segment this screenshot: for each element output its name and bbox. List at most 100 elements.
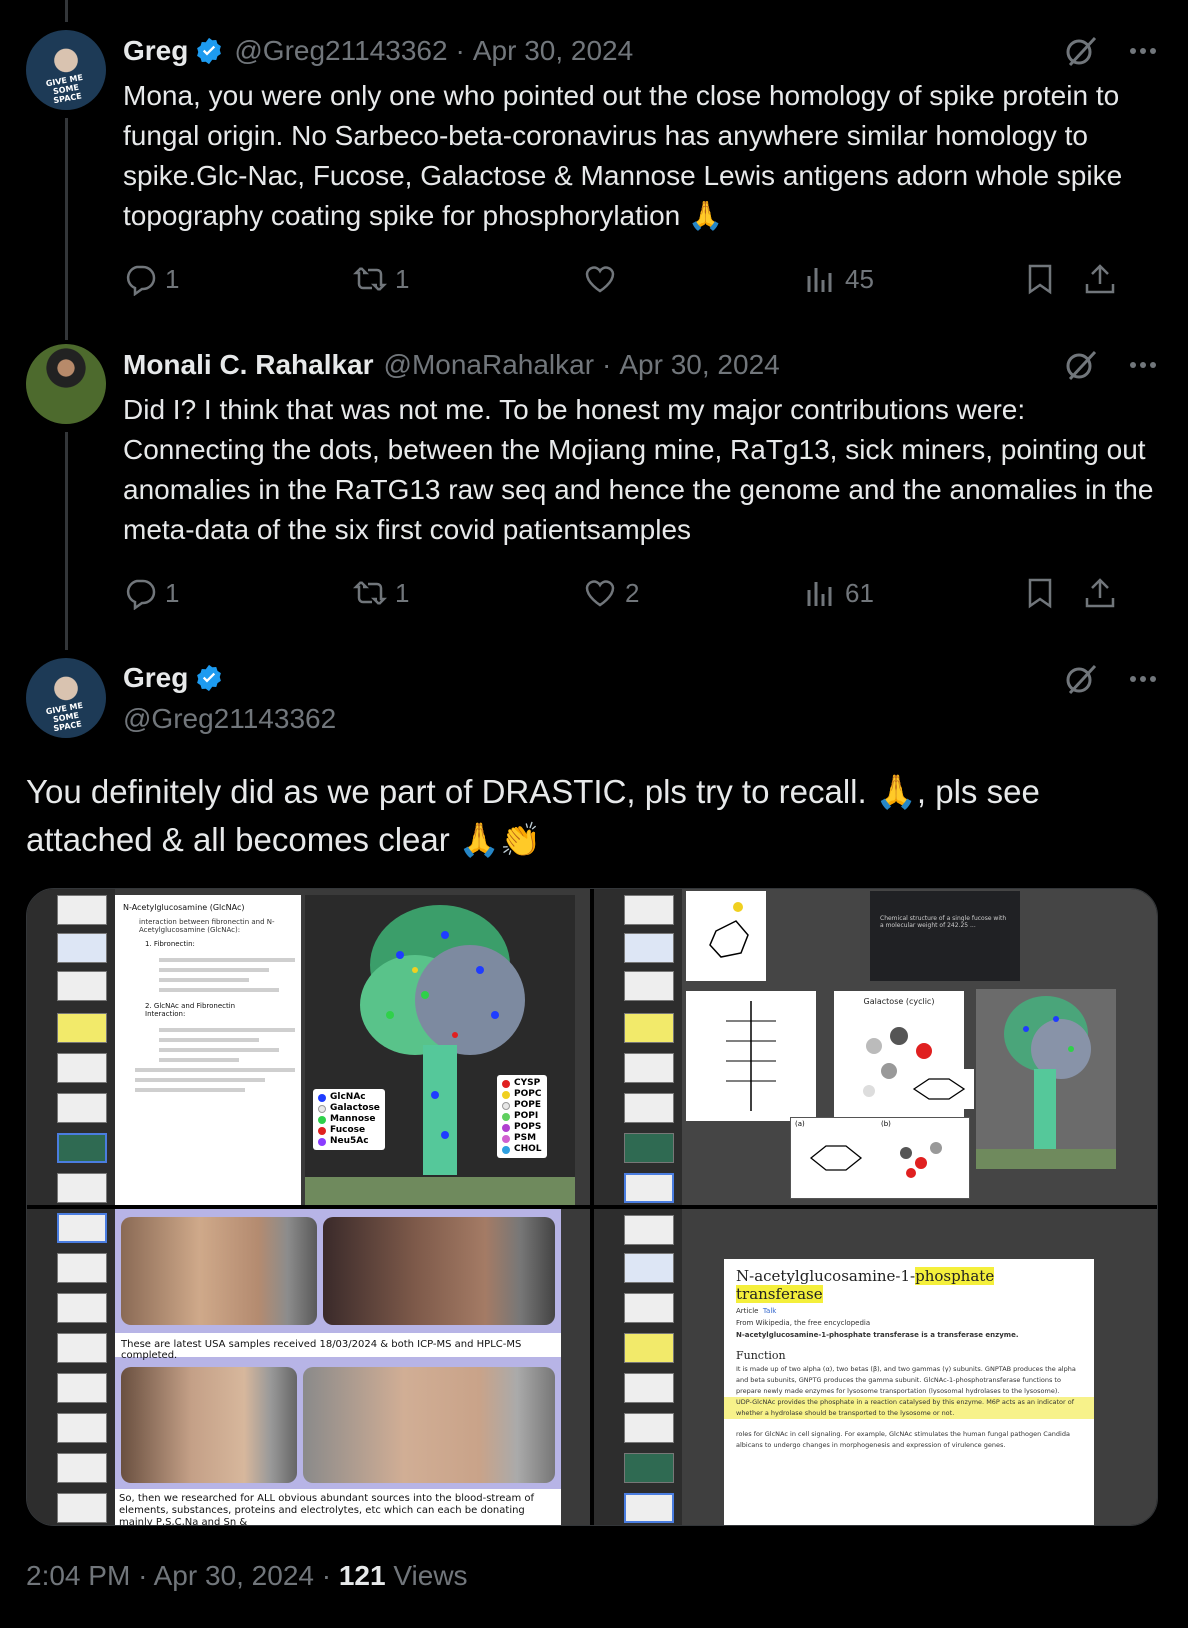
footer-separator: · <box>321 1560 332 1591</box>
grok-icon[interactable] <box>1064 662 1098 696</box>
author-handle[interactable]: @Greg21143362 <box>234 34 447 68</box>
media-grid[interactable]: N-Acetylglucosamine (GlcNAc) interaction… <box>26 888 1158 1526</box>
verified-badge-icon <box>194 36 224 66</box>
wiki-lead: N-acetylglucosamine-1-phosphate transfer… <box>736 1331 1019 1339</box>
image-slide-sample-jars[interactable]: These are latest USA samples received 18… <box>27 1209 590 1525</box>
share-button[interactable] <box>1083 262 1117 296</box>
grok-icon[interactable] <box>1064 34 1098 68</box>
author-name-row: Greg <box>123 662 224 694</box>
footer-views-label: Views <box>393 1560 468 1591</box>
tweet-timestamp-footer: 2:04 PM · Apr 30, 2024 · 121 Views <box>26 1560 468 1592</box>
doc-item-2: 2. GlcNAc and Fibronectin Interaction: <box>145 1002 236 1018</box>
heart-icon <box>585 266 615 293</box>
author-name[interactable]: Greg <box>123 662 188 694</box>
tweet-actions: 1 1 45 <box>123 262 1163 298</box>
image-slide-wikipedia[interactable]: N-acetylglucosamine-1-phosphate transfer… <box>594 1209 1157 1525</box>
wikipedia-excerpt: N-acetylglucosamine-1-phosphate transfer… <box>724 1259 1094 1525</box>
more-icon[interactable] <box>1128 350 1158 380</box>
bookmark-icon <box>1028 264 1052 295</box>
fucose-info-box: Chemical structure of a single fucose wi… <box>870 891 1020 981</box>
doc-heading: interaction between fibronectin and N-Ac… <box>139 918 275 934</box>
sample-jar-photo-2 <box>323 1217 555 1325</box>
tweet-top-icons <box>1064 34 1158 68</box>
tweet-top-icons <box>1064 348 1158 382</box>
tweet-date[interactable]: Apr 30, 2024 <box>473 34 633 68</box>
wiki-paragraph-1: It is made up of two alpha (α), two beta… <box>736 1365 1076 1395</box>
views-count: 61 <box>845 577 874 608</box>
wiki-title: N-acetylglucosamine-1-phosphate transfer… <box>736 1267 995 1303</box>
bookmark-icon <box>1028 578 1052 609</box>
avatar[interactable] <box>26 658 106 738</box>
slide-thumbnails <box>27 1209 115 1525</box>
bookmark-button[interactable] <box>1023 576 1057 610</box>
slide-caption-bottom: So, then we researched for ALL obvious a… <box>115 1489 561 1525</box>
views-button[interactable]: 45 <box>803 262 874 296</box>
repost-button[interactable]: 1 <box>353 576 409 610</box>
slide-thumbnails <box>27 889 115 1205</box>
tweet-text: You definitely did as we part of DRASTIC… <box>26 768 1146 864</box>
tweet-text: Did I? I think that was not me. To be ho… <box>123 394 1154 545</box>
more-icon[interactable] <box>1128 36 1158 66</box>
spike-protein-image <box>305 895 575 1205</box>
thread-line-1 <box>65 118 68 340</box>
repost-count: 1 <box>395 577 410 608</box>
repost-icon <box>353 267 387 291</box>
footer-time[interactable]: 2:04 PM <box>26 1560 130 1591</box>
doc-title: N-Acetylglucosamine (GlcNAc) <box>123 903 245 912</box>
grok-icon[interactable] <box>1064 348 1098 382</box>
wiki-tabs: Article Talk <box>736 1307 777 1315</box>
author-name[interactable]: Monali C. Rahalkar <box>123 348 374 382</box>
share-icon <box>1085 264 1115 294</box>
author-handle[interactable]: @MonaRahalkar <box>384 348 595 382</box>
reply-count: 1 <box>165 263 180 294</box>
author-name[interactable]: Greg <box>123 34 188 68</box>
glcnac-structures-box: (a) (b) <box>790 1117 970 1199</box>
like-button[interactable] <box>583 262 625 296</box>
tweet-actions: 1 1 2 61 <box>123 576 1163 612</box>
spike-protein-image-small <box>976 989 1116 1169</box>
image-slide-glcnac-spike[interactable]: N-Acetylglucosamine (GlcNAc) interaction… <box>27 889 590 1205</box>
repost-button[interactable]: 1 <box>353 262 409 296</box>
author-handle[interactable]: @Greg21143362 <box>123 703 336 735</box>
wiki-heading: Function <box>736 1349 786 1362</box>
legend-lipids: CYSP POPC POPE POPI POPS PSM CHOL <box>497 1075 547 1158</box>
thread-line-top <box>65 0 68 22</box>
more-icon[interactable] <box>1128 664 1158 694</box>
heart-icon <box>585 580 615 607</box>
avatar[interactable] <box>26 30 106 110</box>
avatar[interactable] <box>26 344 106 424</box>
analytics-icon <box>807 582 832 606</box>
views-count: 45 <box>845 263 874 294</box>
legend-sugars: GlcNAc Galactose Mannose Fucose Neu5Ac <box>313 1089 385 1150</box>
reply-icon <box>126 265 156 296</box>
footer-views-count: 121 <box>338 1560 386 1591</box>
galactose-label: Galactose (cyclic) <box>863 997 935 1006</box>
separator: · <box>602 349 612 380</box>
reply-button[interactable]: 1 <box>123 262 179 296</box>
views-button[interactable]: 61 <box>803 576 874 610</box>
verified-badge-icon <box>194 663 224 693</box>
thread-line-2 <box>65 432 68 650</box>
tweet-text-line-1: You definitely did as we part of DRASTIC… <box>26 773 1040 810</box>
tweet-date[interactable]: Apr 30, 2024 <box>619 348 779 382</box>
footer-separator: · <box>138 1560 148 1591</box>
doc-item-1: 1. Fibronectin: <box>145 940 195 948</box>
share-button[interactable] <box>1083 576 1117 610</box>
tweet-text-line-2: attached & all becomes clear 🙏👏 <box>26 821 542 858</box>
sample-jar-photo-1 <box>121 1217 317 1325</box>
slide-thumbnails <box>594 1209 682 1525</box>
tweet-header: Monali C. Rahalkar @MonaRahalkar · Apr 3… <box>123 348 780 382</box>
footer-date[interactable]: Apr 30, 2024 <box>154 1560 314 1591</box>
fucose-structure-image <box>686 891 766 981</box>
repost-count: 1 <box>395 263 410 294</box>
image-slide-sugar-structures[interactable]: Chemical structure of a single fucose wi… <box>594 889 1157 1205</box>
like-button[interactable]: 2 <box>583 576 639 610</box>
reply-button[interactable]: 1 <box>123 576 179 610</box>
sample-jar-photo-4 <box>303 1367 555 1483</box>
galactose-ring-structure <box>904 1069 974 1109</box>
bookmark-button[interactable] <box>1023 262 1057 296</box>
tweet-header: Greg @Greg21143362 · Apr 30, 2024 <box>123 34 633 68</box>
glucose-chain-structure <box>686 991 816 1121</box>
slide-caption-top: These are latest USA samples received 18… <box>115 1333 561 1361</box>
slide-thumbnails <box>594 889 682 1205</box>
